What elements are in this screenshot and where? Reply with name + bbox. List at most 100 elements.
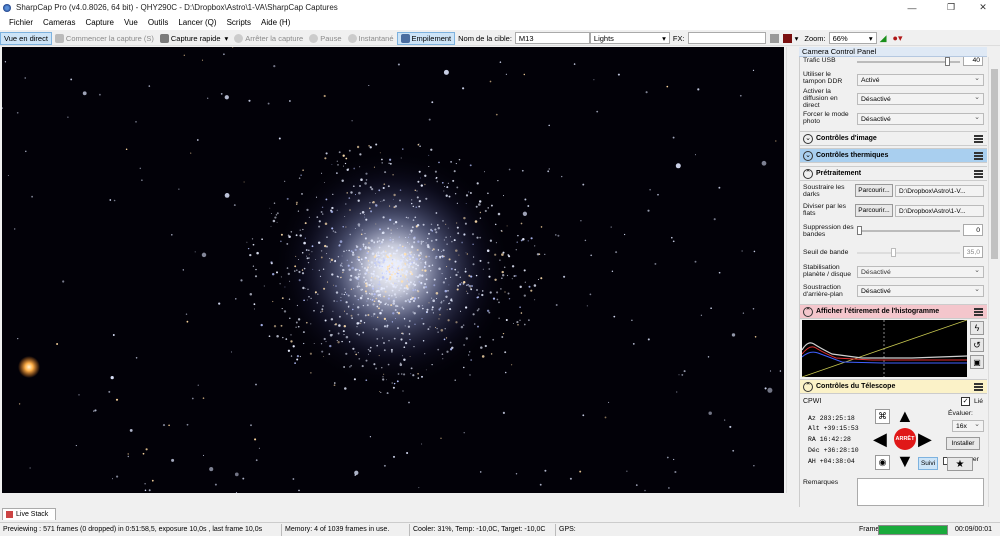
slew-right-arrow-icon[interactable]: ▶: [918, 430, 932, 448]
field-star: [345, 203, 347, 205]
hamburger-menu-icon[interactable]: [974, 135, 983, 143]
tracking-button[interactable]: Suivi: [918, 457, 938, 470]
cluster-star: [346, 192, 348, 194]
gray-swatch-icon[interactable]: [769, 33, 779, 43]
menu-aide[interactable]: Aide (H): [256, 18, 295, 27]
panel-scroll-thumb[interactable]: [991, 69, 998, 259]
darks-browse-button[interactable]: Parcourir...: [855, 184, 893, 197]
darks-path[interactable]: D:\Dropbox\Astro\1-V...: [895, 185, 984, 197]
cluster-star: [424, 353, 426, 355]
menu-scripts[interactable]: Scripts: [222, 18, 256, 27]
field-star: [584, 239, 587, 242]
minimize-button[interactable]: —: [895, 0, 929, 15]
field-star: [700, 314, 703, 316]
cluster-star: [391, 351, 393, 353]
section-thermal-controls[interactable]: ⌄ Contrôles thermiques: [800, 148, 987, 163]
field-star: [418, 487, 420, 489]
reset-icon[interactable]: ↺: [970, 338, 984, 352]
save-icon[interactable]: ▣: [970, 355, 984, 369]
hamburger-menu-icon[interactable]: [974, 152, 983, 160]
cluster-star: [348, 149, 351, 152]
menu-fichier[interactable]: Fichier: [4, 18, 38, 27]
cluster-star: [387, 227, 390, 230]
stacking-button[interactable]: Empilement: [396, 31, 456, 45]
fx-select[interactable]: [687, 32, 766, 44]
maximize-button[interactable]: ❐: [934, 0, 968, 15]
live-diffusion-select[interactable]: Désactivé: [857, 93, 984, 105]
section-histogram[interactable]: ⌃ Afficher l'étirement de l'histogramme: [800, 304, 987, 319]
lightning-icon[interactable]: ϟ: [970, 321, 984, 335]
cluster-star: [401, 306, 404, 309]
cluster-star: [438, 267, 441, 270]
field-star: [505, 73, 507, 75]
menu-outils[interactable]: Outils: [143, 18, 173, 27]
linked-checkbox[interactable]: ✓: [961, 397, 970, 406]
cluster-star: [306, 255, 308, 257]
section-image-controls[interactable]: ⌄ Contrôles d'image: [800, 131, 987, 146]
flats-browse-button[interactable]: Parcourir...: [855, 204, 893, 217]
panel-scrollbar[interactable]: [988, 57, 999, 507]
hamburger-menu-icon[interactable]: [974, 383, 983, 391]
favorites-star-icon[interactable]: ★: [947, 457, 973, 471]
cluster-star: [372, 270, 376, 273]
photo-mode-select[interactable]: Désactivé: [857, 113, 984, 125]
snapshot-button[interactable]: Instantané: [345, 32, 397, 45]
record-icon[interactable]: ●▾: [890, 32, 906, 45]
cluster-star: [392, 198, 394, 200]
field-star: [623, 233, 626, 236]
target-center-icon[interactable]: ◉: [875, 455, 890, 470]
slew-up-arrow-icon[interactable]: ▲: [896, 407, 914, 425]
ddr-select[interactable]: Activé: [857, 74, 984, 86]
live-view-image[interactable]: [2, 47, 784, 493]
hamburger-menu-icon[interactable]: [974, 170, 983, 178]
stop-capture-button[interactable]: Arrêter la capture: [231, 32, 306, 45]
install-button[interactable]: Installer: [946, 437, 980, 450]
red-swatch-icon[interactable]: [782, 33, 792, 43]
menu-capture[interactable]: Capture: [80, 18, 118, 27]
slew-left-arrow-icon[interactable]: ◀: [873, 430, 887, 448]
frame-type-select[interactable]: Lights ▾: [589, 32, 670, 44]
flats-path[interactable]: D:\Dropbox\Astro\1-V...: [895, 205, 984, 217]
band-threshold-slider[interactable]: [857, 252, 960, 254]
pause-button[interactable]: Pause: [306, 32, 344, 45]
hamburger-menu-icon[interactable]: [974, 308, 983, 316]
stabilization-select[interactable]: Désactivé: [857, 266, 984, 278]
zoom-select[interactable]: 66% ▾: [828, 32, 877, 44]
banding-knob[interactable]: [857, 226, 862, 235]
section-telescope-title: Contrôles du Télescope: [816, 383, 896, 390]
cluster-star: [403, 373, 406, 376]
target-name-input[interactable]: M13: [514, 32, 590, 44]
quick-capture-button[interactable]: Capture rapide ▾: [157, 32, 231, 45]
menu-vue[interactable]: Vue: [119, 18, 143, 27]
banding-slider[interactable]: [857, 230, 960, 232]
start-capture-button[interactable]: Commencer la capture (S): [52, 32, 157, 45]
banding-value[interactable]: 0: [963, 224, 983, 236]
cluster-star: [295, 255, 297, 257]
remarks-textarea[interactable]: [857, 478, 984, 506]
close-button[interactable]: ✕: [966, 0, 1000, 15]
cluster-star: [475, 205, 478, 208]
usb-traffic-knob[interactable]: [945, 57, 951, 66]
cluster-star: [447, 182, 449, 184]
view-scrollbar[interactable]: [786, 47, 796, 493]
section-telescope[interactable]: ⌃ Contrôles du Télescope: [800, 379, 987, 394]
rate-select[interactable]: 16x: [952, 420, 984, 432]
live-stack-tab[interactable]: Live Stack: [2, 508, 56, 520]
histogram-icon[interactable]: ◢: [877, 32, 890, 45]
background-select[interactable]: Désactivé: [857, 285, 984, 297]
menu-cameras[interactable]: Cameras: [38, 18, 80, 27]
cluster-star: [468, 274, 471, 277]
live-view-button[interactable]: Vue en direct: [0, 31, 52, 45]
band-threshold-knob[interactable]: [891, 248, 897, 257]
menu-lancer[interactable]: Lancer (Q): [173, 18, 221, 27]
cluster-star: [370, 266, 372, 268]
cluster-star: [385, 257, 388, 260]
cluster-star: [484, 209, 487, 213]
slew-down-arrow-icon[interactable]: ▼: [896, 452, 914, 470]
cluster-star: [271, 272, 275, 276]
band-threshold-value[interactable]: 35,0: [963, 246, 983, 258]
stop-slew-button[interactable]: ARRÊT: [894, 428, 916, 450]
spiral-search-icon[interactable]: ⌘: [875, 409, 890, 424]
section-preprocessing[interactable]: ⌃ Prétraitement: [800, 166, 987, 181]
histogram-display[interactable]: [802, 320, 967, 377]
